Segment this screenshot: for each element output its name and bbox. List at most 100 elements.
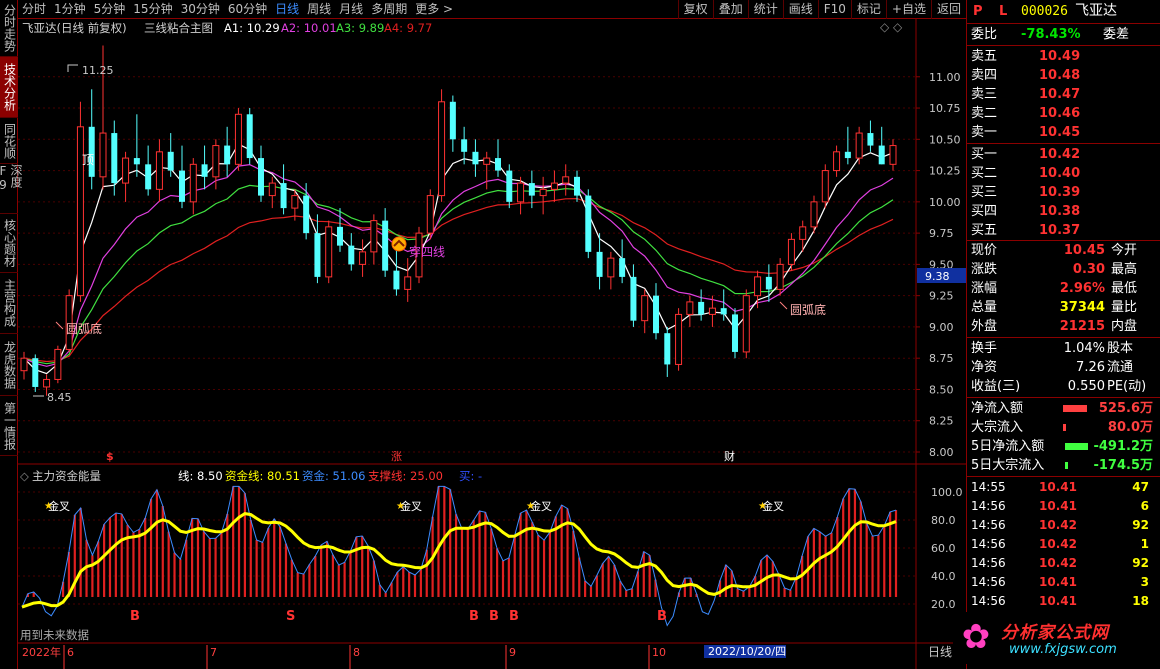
- candle-body-up: [810, 201, 818, 228]
- flow-label: 5日净流入额: [971, 439, 1045, 454]
- tick-price: 10.41: [1039, 480, 1077, 494]
- candle-body-up: [754, 276, 762, 297]
- flow-bar: [1063, 405, 1087, 412]
- bid-price: 10.40: [1039, 166, 1081, 181]
- stat-label: 涨跌: [971, 262, 998, 277]
- wei-bi-label: 委比: [971, 27, 998, 42]
- tick-row-1: 14:56 10.41 6: [967, 497, 1160, 516]
- candle-body-down: [88, 126, 95, 177]
- panel-divider: [967, 143, 1160, 144]
- rounded-bottom-arrow-2: [779, 301, 788, 310]
- panel-divider: [967, 476, 1160, 477]
- golden-cross-icon: ★: [44, 501, 53, 512]
- bid-row-0: 买一 10.42: [967, 145, 1160, 164]
- panel-divider: [967, 337, 1160, 338]
- tick-price: 10.41: [1039, 499, 1077, 513]
- tick-price: 10.41: [1039, 594, 1077, 608]
- sub-tick-label: 40.0: [931, 570, 956, 583]
- flow-value: 525.6万: [1098, 401, 1153, 416]
- price-tick-label: 9.75: [929, 227, 954, 240]
- bid-label: 买一: [971, 147, 998, 162]
- stat2-value: 1.04%: [1063, 341, 1105, 356]
- candle-body-up: [43, 378, 51, 388]
- candle-body-up: [675, 313, 683, 365]
- golden-cross-icon: ★: [758, 501, 767, 512]
- stat2-label: 收益(三): [971, 379, 1021, 394]
- sub-fund-value: 资金: 51.06: [302, 469, 366, 483]
- candle-body-down: [495, 158, 501, 171]
- candle-body-down: [653, 295, 659, 334]
- price-tick-label: 10.00: [929, 196, 961, 209]
- high-price-label: 11.25: [82, 64, 114, 77]
- flow-bar: [1065, 462, 1068, 469]
- ask-row-2: 卖三 10.47: [967, 85, 1160, 104]
- main-chart-canvas[interactable]: 11.0010.7510.5010.2510.009.759.509.259.0…: [0, 0, 966, 669]
- candle-body-up: [426, 195, 434, 234]
- candle-body-up: [99, 132, 107, 178]
- wei-bi-value: -78.43%: [1021, 27, 1081, 42]
- sub-tick-label: 80.0: [931, 514, 956, 527]
- price-tick-label: 8.25: [929, 415, 954, 428]
- candle-body-down: [720, 308, 727, 315]
- sub-chart-toggle-icon[interactable]: ◇: [20, 469, 29, 483]
- stat-row-0: 现价 10.45 今开: [967, 241, 1160, 260]
- year-label: 2022年: [22, 645, 61, 659]
- candle-body-up: [234, 113, 242, 165]
- flow-row-2: 5日净流入额 -491.2万: [967, 437, 1160, 456]
- tick-row-5: 14:56 10.41 3: [967, 573, 1160, 592]
- stat-value: 37344: [1059, 300, 1105, 315]
- golden-cross-icon: ★: [526, 501, 535, 512]
- bid-price: 10.37: [1039, 223, 1081, 238]
- candle-body-down: [348, 245, 355, 265]
- candle-body-down: [314, 233, 321, 277]
- sub-indicator-name[interactable]: 主力资金能量: [32, 469, 101, 483]
- candle-body-up: [54, 348, 62, 380]
- stat-value: 10.45: [1063, 243, 1105, 258]
- candle-body-down: [337, 226, 343, 246]
- candle-body-down: [472, 151, 479, 165]
- candle-body-up: [122, 157, 130, 184]
- stat-right-label: 内盘: [1111, 319, 1138, 334]
- stat2-label: 净资: [971, 360, 998, 375]
- stat-right-label: 今开: [1111, 243, 1138, 258]
- tick-price: 10.42: [1039, 556, 1077, 570]
- a4-line: [23, 197, 894, 363]
- flow-value: -491.2万: [1093, 439, 1153, 454]
- a2-line: [23, 163, 894, 367]
- candle-body-down: [698, 301, 705, 315]
- stat-value: 0.30: [1072, 262, 1105, 277]
- sub-tick-label: 20.0: [931, 598, 956, 611]
- candle-body-up: [833, 151, 841, 172]
- candle-body-down: [145, 164, 152, 190]
- candle-body-down: [382, 220, 389, 271]
- tick-volume: 3: [1140, 575, 1149, 589]
- market-code: P L: [973, 4, 1014, 19]
- candle-body-up: [483, 157, 491, 165]
- price-tick-label: 10.25: [929, 165, 961, 178]
- candle-body-up: [550, 182, 558, 190]
- candle-body-down: [528, 183, 535, 196]
- top-signal-label: 顶: [82, 153, 94, 167]
- buy-signal-2: B: [489, 609, 499, 624]
- candle-body-down: [449, 101, 456, 140]
- candle-body-up: [189, 163, 197, 203]
- month-label-3: 9: [509, 646, 516, 659]
- stat-right-label: 最低: [1111, 281, 1138, 296]
- candle-body-down: [393, 270, 400, 290]
- ask-row-4: 卖一 10.45: [967, 123, 1160, 142]
- tick-price: 10.42: [1039, 537, 1077, 551]
- buy-signal-0: B: [130, 609, 140, 624]
- bid-label: 买四: [971, 204, 998, 219]
- ask-label: 卖一: [971, 125, 998, 140]
- flow-value: 80.0万: [1107, 420, 1153, 435]
- candle-body-down: [619, 258, 626, 277]
- date-axis-mode: 日线: [928, 645, 952, 659]
- watermark: ✿ 分析家公式网 www.fxjgsw.com: [953, 612, 1160, 664]
- sell-signal-0: S: [286, 609, 295, 624]
- candle-body-up: [291, 195, 299, 209]
- candle-body-up: [686, 301, 694, 315]
- sub-support-value: 支撑线: 25.00: [368, 469, 443, 483]
- panel-divider: [967, 45, 1160, 46]
- candle-body-up: [821, 170, 829, 203]
- candle-body-up: [562, 176, 570, 184]
